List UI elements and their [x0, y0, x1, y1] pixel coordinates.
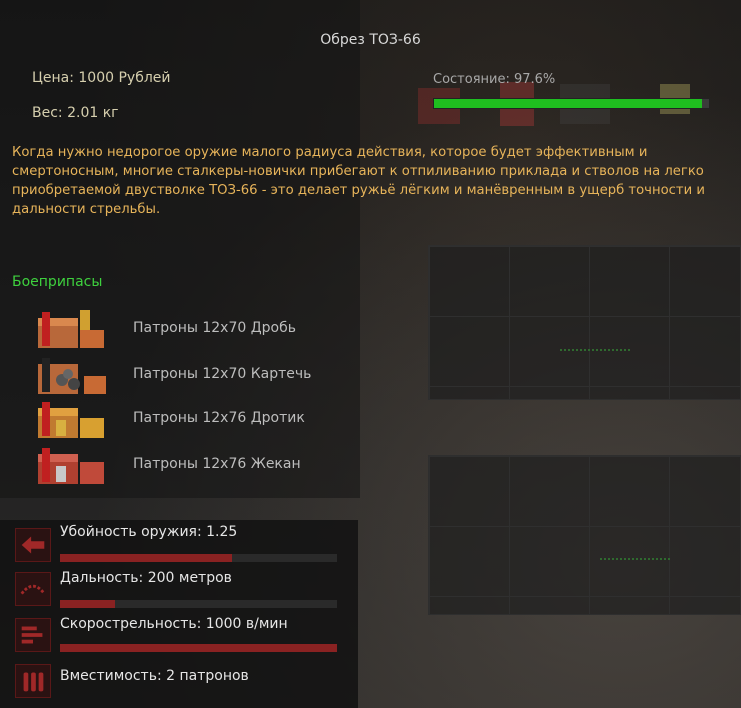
ammo-item-buckshot[interactable]: Патроны 12х70 Дробь [36, 308, 356, 352]
stat-label: Вместимость: 2 патронов [60, 668, 249, 684]
stat-label: Скорострельность: 1000 в/мин [60, 616, 288, 632]
stat-bar [60, 600, 337, 608]
stat-label: Убойность оружия: 1.25 [60, 524, 238, 540]
stat-bar-fill [60, 644, 337, 652]
stat-damage: Убойность оружия: 1.25 [0, 520, 358, 570]
ammo-label: Патроны 12х76 Жекан [133, 456, 301, 472]
stat-bar [60, 554, 337, 562]
condition-bar [433, 98, 710, 109]
condition-label: Состояние: 97.6% [433, 72, 556, 87]
ammo-item-dart[interactable]: Патроны 12х76 Дротик [36, 398, 356, 442]
ammo-label: Патроны 12х70 Картечь [133, 366, 312, 382]
ammo-heading: Боеприпасы [12, 274, 103, 290]
ammo-item-grapeshot[interactable]: Патроны 12х70 Картечь [36, 354, 356, 398]
buckshot-box-icon [38, 310, 104, 348]
item-price: Цена: 1000 Рублей [32, 70, 171, 86]
stat-bar [60, 644, 337, 652]
dart-box-icon [38, 402, 104, 438]
item-description: Когда нужно недорогое оружие малого ради… [12, 145, 705, 217]
slot-indicator-dots-lower [600, 558, 670, 560]
capacity-icon [15, 664, 51, 698]
stat-label: Дальность: 200 метров [60, 570, 232, 586]
fire-rate-icon [15, 618, 51, 652]
ammo-item-slug[interactable]: Патроны 12х76 Жекан [36, 444, 356, 488]
stat-bar-fill [60, 554, 232, 562]
range-icon [15, 572, 51, 606]
ammo-label: Патроны 12х70 Дробь [133, 320, 297, 336]
item-weight: Вес: 2.01 кг [32, 105, 119, 121]
weapon-stats-panel: Убойность оружия: 1.25 Дальность: 200 ме… [0, 520, 358, 708]
item-title: Обрез ТОЗ-66 [320, 32, 421, 48]
slot-indicator-dots [560, 349, 630, 351]
condition-bar-fill [434, 99, 703, 108]
stat-range: Дальность: 200 метров [0, 570, 358, 620]
stat-fire-rate: Скорострельность: 1000 в/мин [0, 616, 358, 668]
inventory-grid-background-lower [428, 455, 741, 615]
damage-icon [15, 528, 51, 562]
ammo-label: Патроны 12х76 Дротик [133, 410, 305, 426]
inventory-grid-background [428, 245, 741, 400]
grapeshot-box-icon [38, 358, 106, 394]
stat-capacity: Вместимость: 2 патронов [0, 664, 358, 708]
stat-bar-fill [60, 600, 116, 608]
slug-box-icon [38, 448, 104, 484]
